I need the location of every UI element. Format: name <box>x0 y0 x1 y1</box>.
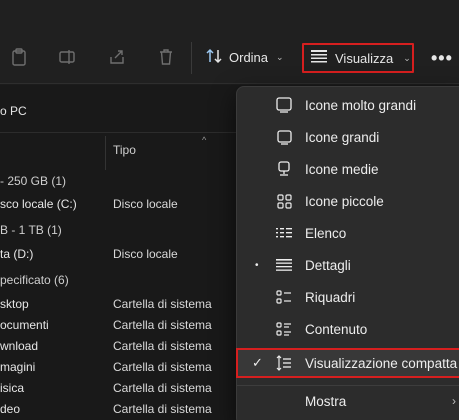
compact-icon <box>275 354 293 372</box>
menu-item-extra-large-icons[interactable]: Icone molto grandi <box>237 90 459 120</box>
sort-label: Ordina <box>229 49 269 65</box>
menu-item-label: Mostra <box>305 393 347 409</box>
more-options-button[interactable]: ••• <box>431 48 453 69</box>
chevron-down-icon: ⌄ <box>276 51 284 62</box>
column-header-type[interactable]: Tipo <box>113 143 136 157</box>
menu-item-tiles[interactable]: Riquadri <box>237 282 459 312</box>
row-name: sco locale (C:) <box>0 197 77 211</box>
details-icon <box>275 256 293 274</box>
row-type: Cartella di sistema <box>113 360 212 374</box>
chevron-down-icon: ⌄ <box>403 52 411 63</box>
row-type: Cartella di sistema <box>113 381 212 395</box>
row-type: Disco locale <box>113 247 178 261</box>
menu-item-show[interactable]: Mostra › <box>237 386 459 416</box>
menu-item-label: Contenuto <box>305 321 368 337</box>
row-name: ocumenti <box>0 318 49 332</box>
divider <box>0 132 240 133</box>
monitor-icon <box>275 128 293 146</box>
menu-item-small-icons[interactable]: Icone piccole <box>237 186 459 216</box>
menu-item-label: Icone piccole <box>305 193 384 209</box>
group-header[interactable]: - 250 GB (1) <box>0 174 66 188</box>
row-name: deo <box>0 402 21 416</box>
menu-item-label: Riquadri <box>305 289 356 305</box>
list-icon <box>275 224 293 242</box>
menu-item-label: Icone grandi <box>305 129 380 145</box>
delete-icon[interactable] <box>155 46 177 68</box>
chevron-up-icon: ^ <box>202 135 207 145</box>
view-dropdown-menu: Icone molto grandi Icone grandi Icone me… <box>236 86 459 420</box>
row-name: isica <box>0 381 25 395</box>
menu-item-content[interactable]: Contenuto <box>237 314 459 344</box>
radio-bullet-icon: • <box>255 259 259 271</box>
sort-button[interactable]: Ordina ⌄ <box>205 46 284 68</box>
command-bar: Ordina ⌄ Visualizza ⌄ ••• <box>0 0 459 84</box>
menu-item-medium-icons[interactable]: Icone medie <box>237 154 459 184</box>
row-type: Cartella di sistema <box>113 339 212 353</box>
monitor-stand-icon <box>275 160 293 178</box>
row-type: Cartella di sistema <box>113 297 212 311</box>
menu-item-compact-view[interactable]: ✓ Visualizzazione compatta <box>236 348 459 378</box>
group-header[interactable]: B - 1 TB (1) <box>0 223 62 237</box>
group-header[interactable]: pecificato (6) <box>0 273 69 287</box>
view-label: Visualizza <box>335 50 394 66</box>
checkmark-icon: ✓ <box>252 355 263 370</box>
menu-item-list[interactable]: Elenco <box>237 218 459 248</box>
monitor-icon <box>275 96 293 114</box>
rename-icon[interactable] <box>57 46 79 68</box>
paste-icon[interactable] <box>8 46 30 68</box>
toolbar-divider <box>191 42 192 74</box>
row-type: Disco locale <box>113 197 178 211</box>
sort-icon <box>205 48 223 67</box>
menu-item-label: Icone molto grandi <box>305 97 417 113</box>
share-icon[interactable] <box>106 46 128 68</box>
view-button[interactable]: Visualizza ⌄ <box>302 43 414 73</box>
row-name: sktop <box>0 297 29 311</box>
row-name: ta (D:) <box>0 247 34 261</box>
menu-item-large-icons[interactable]: Icone grandi <box>237 122 459 152</box>
menu-item-label: Dettagli <box>305 257 351 273</box>
menu-item-label: Elenco <box>305 225 347 241</box>
menu-item-label: Visualizzazione compatta <box>305 355 458 371</box>
column-divider <box>105 136 106 170</box>
tiles-icon <box>275 288 293 306</box>
row-name: wnload <box>0 339 39 353</box>
row-type: Cartella di sistema <box>113 318 212 332</box>
chevron-right-icon: › <box>452 394 456 408</box>
menu-item-label: Icone medie <box>305 161 379 177</box>
menu-item-details[interactable]: • Dettagli <box>237 250 459 280</box>
view-icon <box>311 50 327 66</box>
location-title: o PC <box>0 104 27 118</box>
grid-icon <box>275 192 293 210</box>
content-icon <box>275 320 293 338</box>
row-type: Cartella di sistema <box>113 402 212 416</box>
row-name: magini <box>0 360 36 374</box>
